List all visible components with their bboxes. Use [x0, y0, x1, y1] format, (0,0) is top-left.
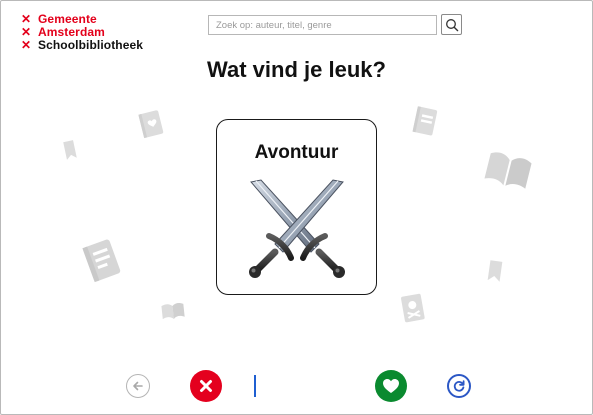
book-icon [412, 106, 438, 136]
search-icon [445, 18, 458, 31]
refresh-icon [453, 380, 465, 392]
genre-card-label: Avontuur [254, 142, 339, 163]
bookmark-icon [63, 140, 77, 160]
open-book-icon [484, 152, 532, 189]
pirate-book-icon [401, 293, 425, 323]
book-icon [82, 239, 121, 283]
page-title: Wat vind je leuk? [207, 57, 386, 82]
dislike-button[interactable] [190, 370, 222, 402]
genre-card[interactable]: Avontuur [216, 119, 377, 295]
search-input[interactable] [208, 15, 437, 35]
search-button[interactable] [441, 14, 462, 35]
crossed-swords-icon [249, 179, 345, 278]
close-icon [200, 380, 212, 392]
like-button[interactable] [375, 370, 407, 402]
text-cursor [254, 375, 256, 397]
gemeente-amsterdam-logo[interactable]: ✕ Gemeente ✕ Amsterdam ✕ Schoolbibliothe… [21, 13, 143, 52]
book-heart-icon [138, 110, 164, 139]
heart-icon [383, 379, 399, 393]
logo-x-mark: ✕ [21, 38, 32, 52]
arrow-left-icon [133, 381, 143, 391]
back-button[interactable] [126, 374, 150, 398]
bookmark-icon [487, 260, 503, 282]
refresh-button[interactable] [447, 374, 471, 398]
logo-line-schoolbibliotheek: Schoolbibliotheek [38, 38, 144, 52]
open-book-icon [161, 303, 185, 320]
